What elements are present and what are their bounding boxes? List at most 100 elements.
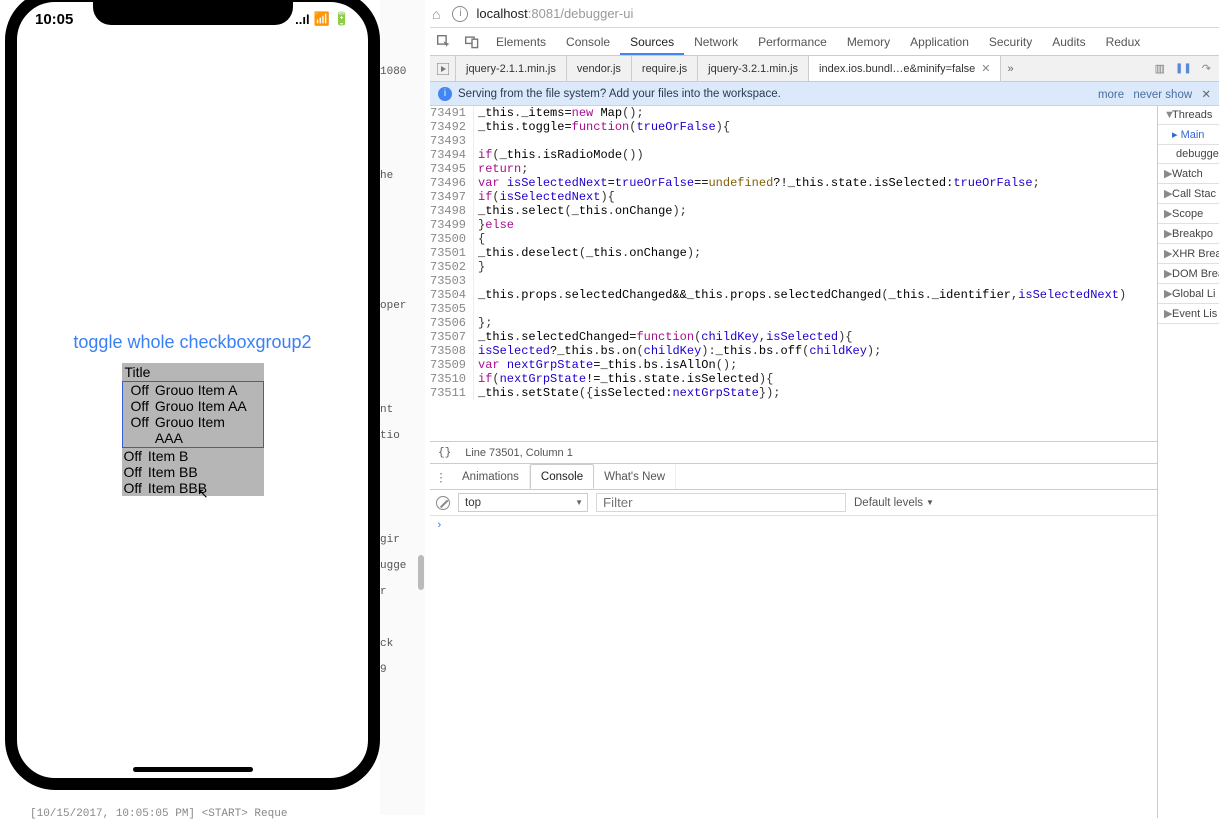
scrollbar-handle[interactable] xyxy=(418,555,424,590)
close-tab-icon[interactable]: ✕ xyxy=(981,62,990,75)
line-number[interactable]: 73492 xyxy=(430,120,474,134)
pretty-print-icon[interactable]: {} xyxy=(438,447,451,459)
tab-elements[interactable]: Elements xyxy=(486,28,556,55)
tab-memory[interactable]: Memory xyxy=(837,28,900,55)
sidebar-section[interactable]: ▶Global Li xyxy=(1158,284,1219,304)
log-levels-select[interactable]: Default levels▼ xyxy=(854,497,934,509)
sidebar-section[interactable]: ▶Call Stac xyxy=(1158,184,1219,204)
drawer-tab-console[interactable]: Console xyxy=(530,464,594,489)
list-item[interactable]: OffGrouo Item A xyxy=(123,382,263,398)
list-item[interactable]: OffGrouo Item AA xyxy=(123,398,263,414)
console-prompt-icon: › xyxy=(436,520,443,532)
threads-section[interactable]: ▼Threads xyxy=(1158,106,1219,125)
run-snippet-icon[interactable] xyxy=(430,56,456,81)
line-number[interactable]: 73499 xyxy=(430,218,474,232)
line-number[interactable]: 73494 xyxy=(430,148,474,162)
list-item[interactable]: OffItem B xyxy=(122,448,264,464)
battery-icon: 🔋 xyxy=(334,11,350,27)
tab-audits[interactable]: Audits xyxy=(1042,28,1095,55)
source-code[interactable]: 73491_this._items=new Map();73492_this.t… xyxy=(430,106,1157,441)
code-status-bar: {} Line 73501, Column 1 xyxy=(430,441,1157,463)
tab-security[interactable]: Security xyxy=(979,28,1042,55)
list-item[interactable]: OffGrouo Item AAA xyxy=(123,414,263,446)
drawer-menu-icon[interactable]: ⋮ xyxy=(430,470,452,484)
sidebar-section[interactable]: ▶DOM Brea xyxy=(1158,264,1219,284)
line-number[interactable]: 73507 xyxy=(430,330,474,344)
thread-item-main[interactable]: ▸ Main xyxy=(1158,125,1219,145)
tab-console[interactable]: Console xyxy=(556,28,620,55)
line-number[interactable]: 73497 xyxy=(430,190,474,204)
site-info-icon[interactable]: i xyxy=(452,6,468,22)
line-number[interactable]: 73508 xyxy=(430,344,474,358)
source-panel: 73491_this._items=new Map();73492_this.t… xyxy=(430,106,1157,818)
tab-sources[interactable]: Sources xyxy=(620,28,684,55)
thread-item-worker[interactable]: debugge xyxy=(1158,145,1219,164)
file-tab[interactable]: vendor.js xyxy=(567,56,632,81)
sidebar-section[interactable]: ▶Scope xyxy=(1158,204,1219,224)
pause-script-icon[interactable]: ❚❚ xyxy=(1175,63,1192,74)
code-text: } xyxy=(474,260,485,274)
line-number[interactable]: 73496 xyxy=(430,176,474,190)
toggle-device-icon[interactable] xyxy=(458,35,486,49)
line-number[interactable]: 73511 xyxy=(430,386,474,400)
file-tab[interactable]: index.ios.bundl…e&minify=false✕ xyxy=(809,56,1001,81)
tab-performance[interactable]: Performance xyxy=(748,28,837,55)
code-text: { xyxy=(474,232,485,246)
sidebar-section[interactable]: ▶Watch xyxy=(1158,164,1219,184)
toggle-group-button[interactable]: toggle whole checkboxgroup2 xyxy=(17,332,368,353)
line-number[interactable]: 73510 xyxy=(430,372,474,386)
list-item[interactable]: OffItem BB xyxy=(122,464,264,480)
inspect-element-icon[interactable] xyxy=(430,35,458,49)
list-item[interactable]: OffItem BBB xyxy=(122,480,264,496)
group-title: Title xyxy=(122,363,264,381)
sidebar-section[interactable]: ▶XHR Brea xyxy=(1158,244,1219,264)
show-navigator-icon[interactable]: ▥ xyxy=(1155,62,1165,75)
more-tabs-icon[interactable]: » xyxy=(1001,63,1019,75)
line-number[interactable]: 73502 xyxy=(430,260,474,274)
info-never-show-link[interactable]: never show xyxy=(1133,89,1192,101)
drawer-tab-animations[interactable]: Animations xyxy=(452,464,530,489)
console-filter-input[interactable] xyxy=(596,493,846,512)
line-number[interactable]: 73491 xyxy=(430,106,474,120)
file-tab[interactable]: require.js xyxy=(632,56,698,81)
context-select[interactable]: top xyxy=(458,493,588,512)
line-number[interactable]: 73506 xyxy=(430,316,474,330)
code-text: _this.selectedChanged=function(childKey,… xyxy=(474,330,853,344)
line-number[interactable]: 73495 xyxy=(430,162,474,176)
drawer-tab-what-s-new[interactable]: What's New xyxy=(594,464,676,489)
clear-console-icon[interactable] xyxy=(436,496,450,510)
sidebar-section[interactable]: ▶Breakpo xyxy=(1158,224,1219,244)
close-icon[interactable]: ✕ xyxy=(1201,89,1211,101)
info-more-link[interactable]: more xyxy=(1098,89,1124,101)
drawer-tabs: ⋮ AnimationsConsoleWhat's New xyxy=(430,464,1157,490)
home-indicator[interactable] xyxy=(133,767,253,772)
console-body[interactable]: › xyxy=(430,516,1157,818)
tab-redux[interactable]: Redux xyxy=(1096,28,1151,55)
browser-url-bar[interactable]: ⌂ i localhost:8081/debugger-ui xyxy=(430,0,1219,28)
console-toolbar: top Default levels▼ xyxy=(430,490,1157,516)
line-number[interactable]: 73505 xyxy=(430,302,474,316)
home-icon[interactable]: ⌂ xyxy=(432,6,440,22)
terminal-log-line: [10/15/2017, 10:05:05 PM] <START> Reque xyxy=(30,808,287,820)
ios-simulator: 10:05 ..ıl 📶 🔋 toggle whole checkboxgrou… xyxy=(5,0,380,790)
line-number[interactable]: 73503 xyxy=(430,274,474,288)
line-number[interactable]: 73498 xyxy=(430,204,474,218)
code-text xyxy=(474,302,478,316)
cursor-icon: ↖ xyxy=(197,485,209,502)
code-text: if(isSelectedNext){ xyxy=(474,190,615,204)
sidebar-section[interactable]: ▶Event Lis xyxy=(1158,304,1219,324)
line-number[interactable]: 73493 xyxy=(430,134,474,148)
file-tab[interactable]: jquery-3.2.1.min.js xyxy=(698,56,809,81)
line-number[interactable]: 73501 xyxy=(430,246,474,260)
file-tab[interactable]: jquery-2.1.1.min.js xyxy=(456,56,567,81)
code-text: isSelected?_this.bs.on(childKey):_this.b… xyxy=(474,344,881,358)
checkbox-group: Title OffGrouo Item A OffGrouo Item AA O… xyxy=(122,363,264,496)
tab-network[interactable]: Network xyxy=(684,28,748,55)
code-text: return; xyxy=(474,162,528,176)
line-number[interactable]: 73500 xyxy=(430,232,474,246)
step-over-icon[interactable]: ↷ xyxy=(1202,62,1211,75)
tab-application[interactable]: Application xyxy=(900,28,979,55)
line-number[interactable]: 73509 xyxy=(430,358,474,372)
status-time: 10:05 xyxy=(35,11,73,28)
line-number[interactable]: 73504 xyxy=(430,288,474,302)
